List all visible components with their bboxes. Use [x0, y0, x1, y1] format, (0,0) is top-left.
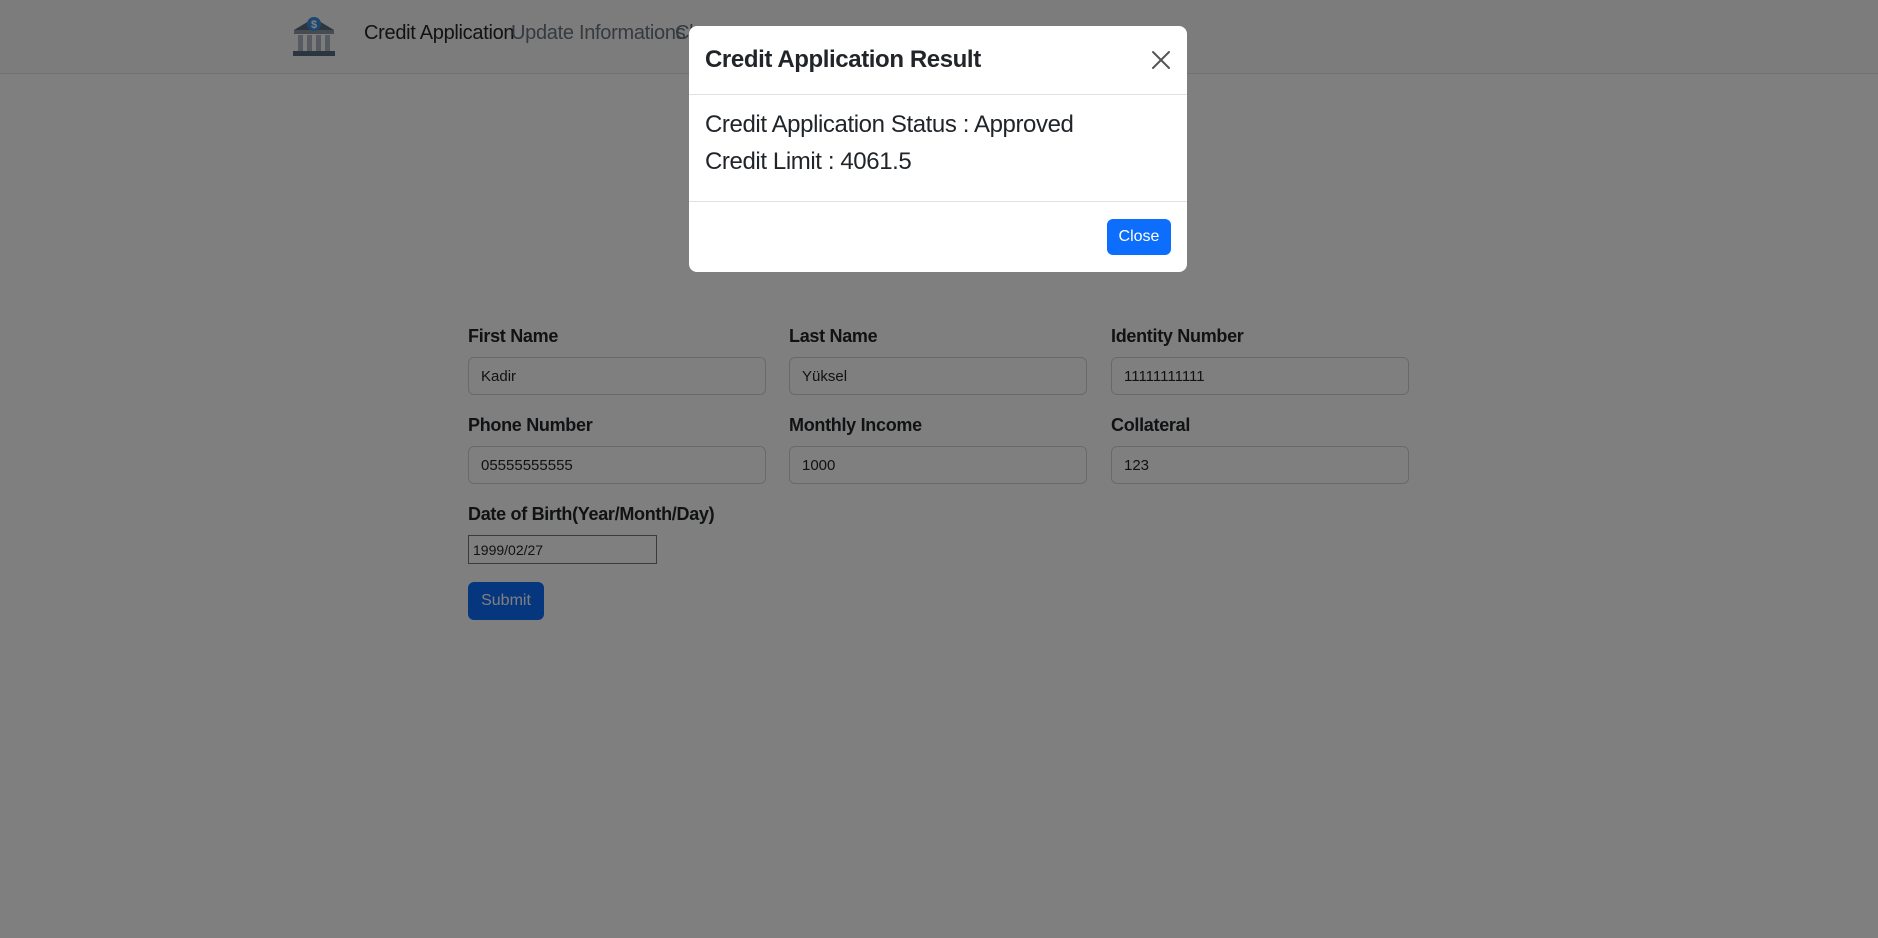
result-modal: Credit Application Result Credit Applica…: [689, 26, 1187, 272]
page: $ Credit Application Update Informations…: [0, 0, 1878, 938]
close-icon[interactable]: [1151, 50, 1171, 70]
credit-status-text: Credit Application Status : Approved: [705, 111, 1074, 138]
modal-body: Credit Application Status : Approved Cre…: [689, 95, 1187, 202]
modal-title: Credit Application Result: [705, 46, 981, 73]
modal-header: Credit Application Result: [689, 26, 1187, 95]
modal-close-button[interactable]: Close: [1107, 219, 1171, 255]
credit-limit-text: Credit Limit : 4061.5: [705, 148, 912, 175]
